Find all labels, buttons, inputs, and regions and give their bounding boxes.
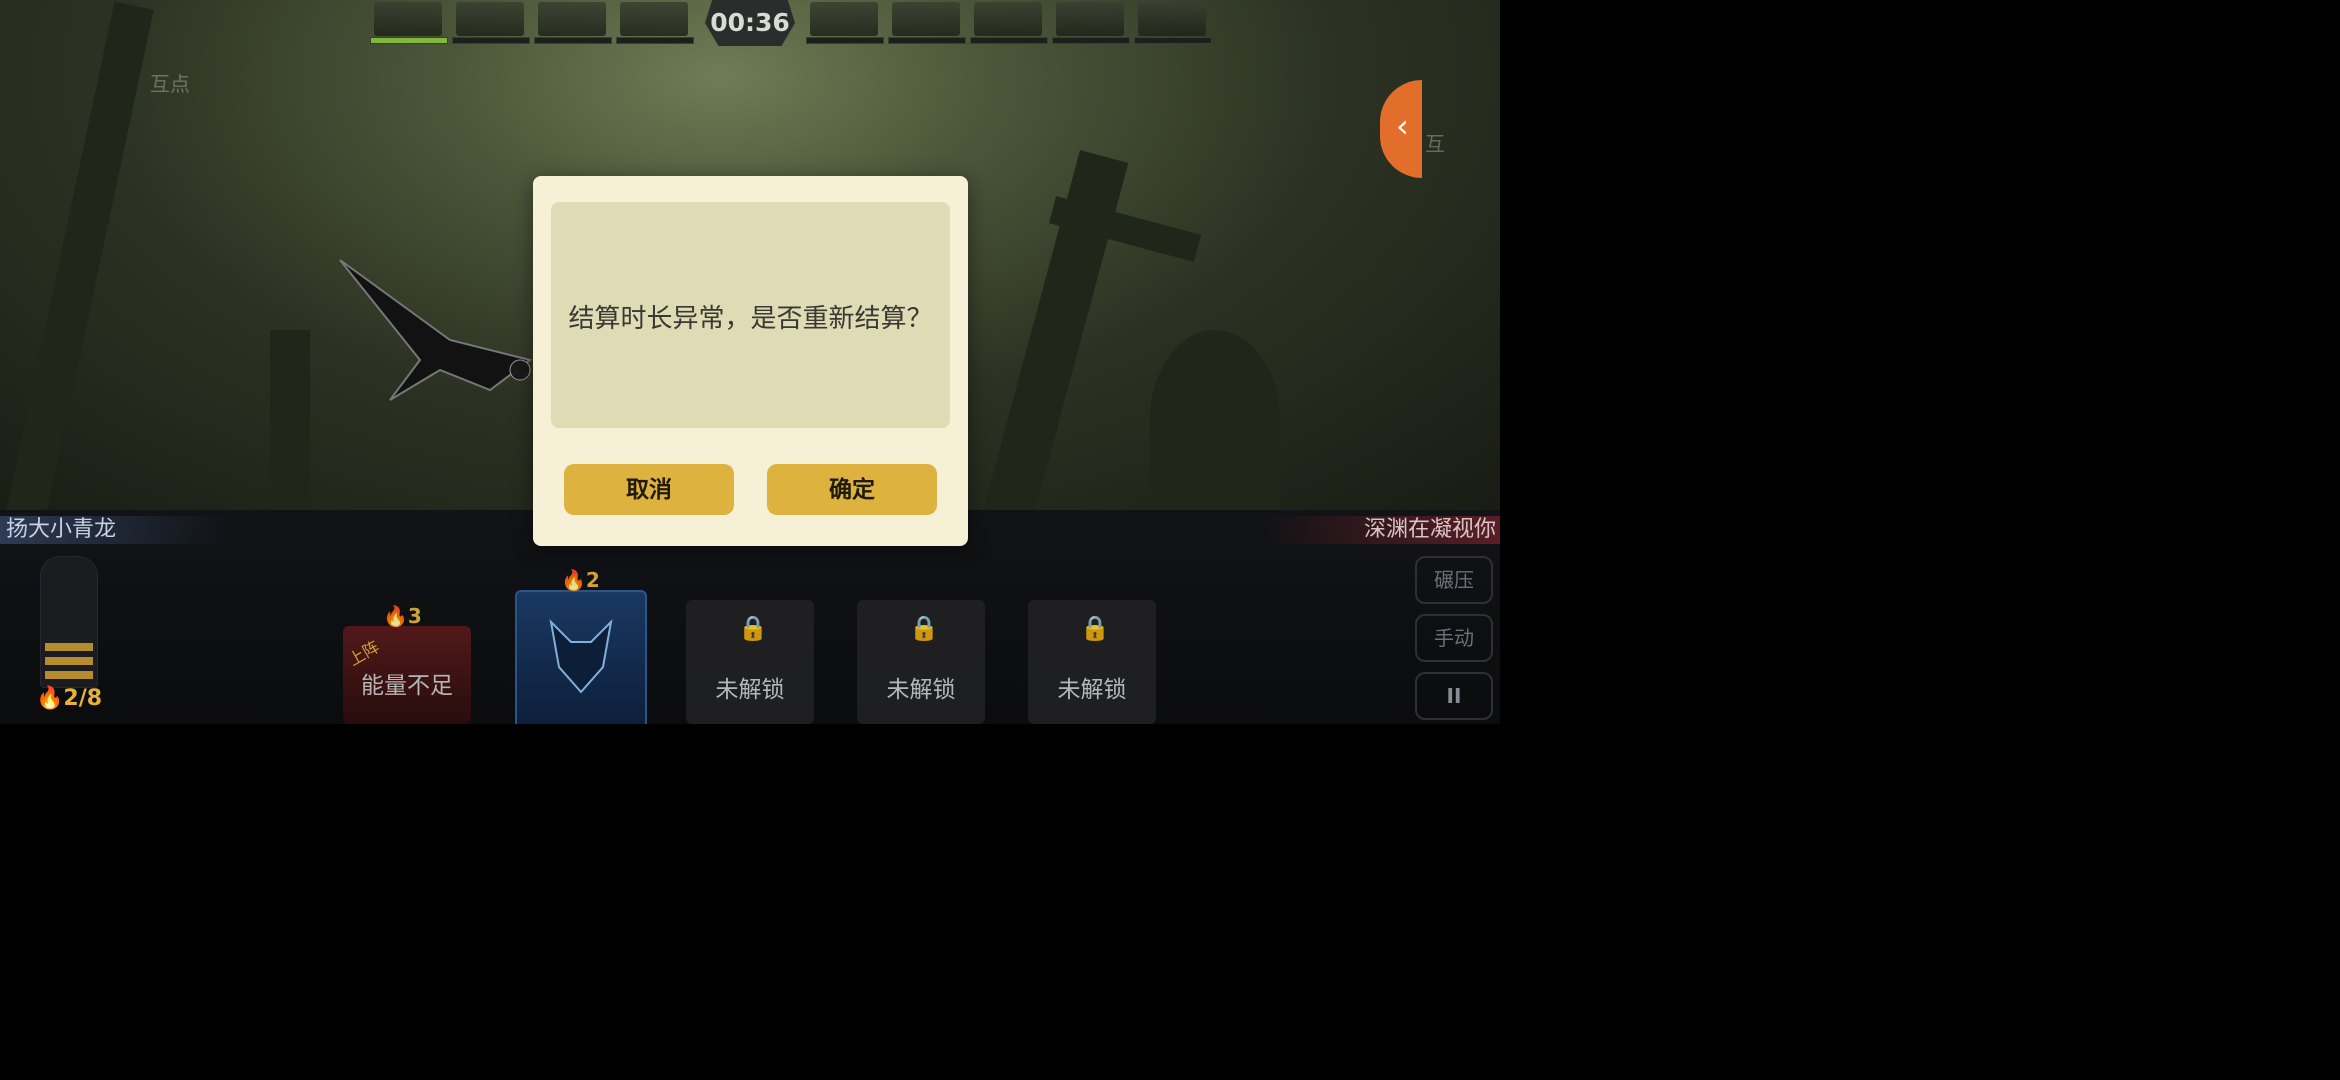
side-panel-toggle[interactable]: ‹ — [1380, 80, 1422, 178]
ally-unit-slot[interactable] — [616, 2, 694, 44]
dialog-message: 结算时长异常，是否重新结算？ — [568, 304, 933, 334]
pause-button[interactable]: II — [1415, 672, 1493, 720]
manual-button[interactable]: 手动 — [1415, 614, 1493, 662]
enemy-creature — [339, 259, 533, 401]
lock-icon: 🔒 — [909, 614, 939, 642]
unit-card-locked: 🔒 未解锁 — [1028, 600, 1156, 724]
enemy-unit-slot[interactable] — [970, 2, 1048, 44]
unit-card-locked: 🔒 未解锁 — [686, 600, 814, 724]
energy-count: 🔥2/8 — [36, 686, 103, 711]
card-label: 能量不足 — [361, 673, 453, 699]
chevron-left-icon: ‹ — [1396, 107, 1409, 145]
wolf-portrait — [549, 619, 613, 694]
ally-unit-slot[interactable] — [370, 2, 448, 44]
energy-segment — [45, 657, 93, 665]
ally-unit-slot[interactable] — [534, 2, 612, 44]
energy-segment — [45, 643, 93, 651]
enemy-unit-slot[interactable] — [1134, 2, 1212, 44]
flame-icon: 🔥 — [36, 686, 64, 711]
hp-bar — [452, 37, 530, 44]
player-name-left: 扬大小青龙 — [0, 516, 230, 544]
enemy-unit-slot[interactable] — [806, 2, 884, 44]
enemy-unit-slot[interactable] — [1052, 2, 1130, 44]
hp-bar — [806, 37, 884, 44]
settlement-dialog: 结算时长异常，是否重新结算？ 取消 确定 — [533, 176, 968, 546]
card-cost: 🔥3 — [383, 604, 422, 628]
card-label: 未解锁 — [715, 677, 785, 703]
ally-unit-slot[interactable] — [452, 2, 530, 44]
hp-bar — [370, 37, 448, 44]
flame-icon: 🔥 — [561, 568, 586, 592]
tombstone — [1150, 330, 1280, 510]
hp-bar — [534, 37, 612, 44]
hp-bar — [1134, 37, 1212, 44]
battle-timer: 00:36 — [705, 0, 795, 46]
card-label: 未解锁 — [1057, 677, 1127, 703]
unit-bar: 00:36 — [370, 0, 1215, 48]
unit-card-locked: 🔒 未解锁 — [857, 600, 985, 724]
energy-gauge — [40, 556, 98, 688]
crush-button[interactable]: 碾压 — [1415, 556, 1493, 604]
screen-edge — [1500, 0, 1568, 724]
card-label: 未解锁 — [886, 677, 956, 703]
unit-card[interactable]: 🔥3 上阵 能量不足 — [343, 604, 471, 724]
player-name-right: 深渊在凝视你 — [1260, 516, 1500, 544]
cancel-button[interactable]: 取消 — [564, 464, 734, 515]
pause-icon: II — [1446, 684, 1462, 708]
dialog-message-box: 结算时长异常，是否重新结算？ — [551, 202, 950, 428]
lock-icon: 🔒 — [1080, 614, 1110, 642]
game-screen: 00:36 互点 互 ‹ 扬大小青龙 深渊在凝视你 🔥2/8 🔥3 上阵 能量不… — [0, 0, 1500, 724]
tree-trunk — [6, 1, 154, 510]
grave-post — [270, 330, 310, 510]
watermark-text: 互 — [1425, 132, 1445, 156]
watermark-text: 互点 — [150, 72, 190, 96]
unit-card-selected[interactable]: 🔥2 — [515, 568, 647, 724]
flame-icon: 🔥 — [383, 604, 408, 628]
energy-segment — [45, 671, 93, 679]
card-tag: 上阵 — [345, 637, 383, 670]
confirm-button[interactable]: 确定 — [767, 464, 937, 515]
enemy-unit-slot[interactable] — [888, 2, 966, 44]
hp-bar — [1052, 37, 1130, 44]
hp-bar — [888, 37, 966, 44]
hp-bar — [970, 37, 1048, 44]
card-cost: 🔥2 — [561, 568, 600, 592]
lock-icon: 🔒 — [738, 614, 768, 642]
hp-bar — [616, 37, 694, 44]
